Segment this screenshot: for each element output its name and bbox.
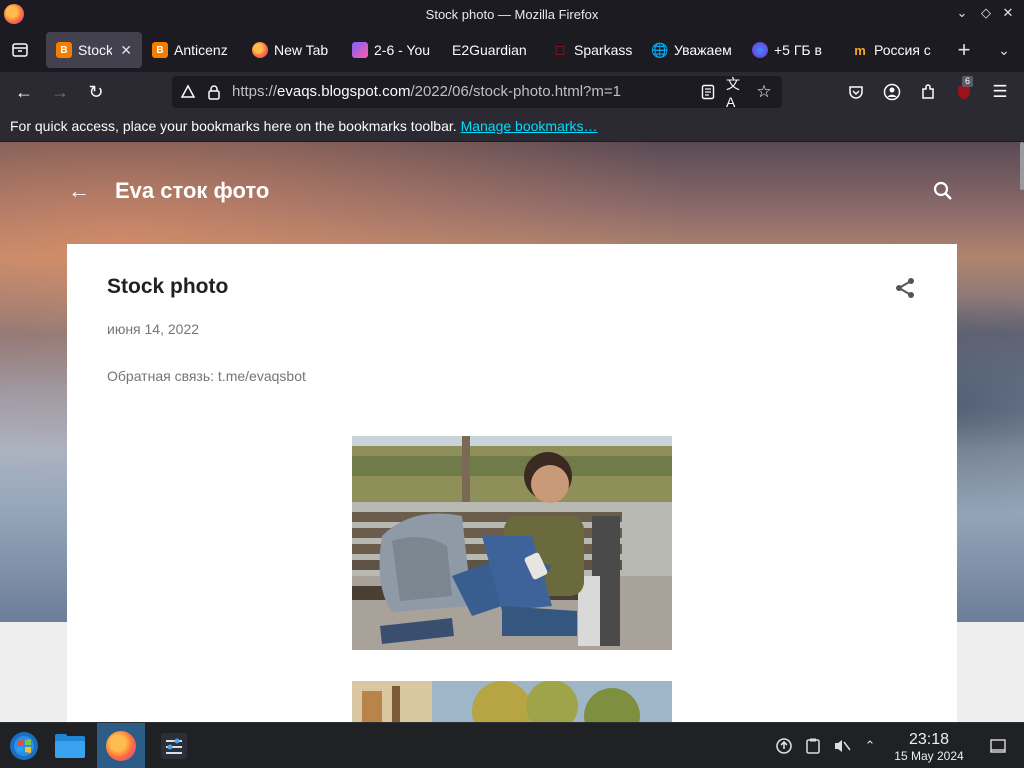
- post-photo-boy-on-bench[interactable]: [352, 436, 672, 650]
- account-icon[interactable]: [882, 82, 902, 102]
- bookmark-star-icon[interactable]: ☆: [754, 82, 774, 102]
- forward-arrow-icon: →: [51, 81, 69, 102]
- extensions-badge: 6: [962, 76, 974, 87]
- tray-expand-icon[interactable]: ⌃: [860, 736, 880, 756]
- web-content: ← Eva сток фото Stock photo июня 14, 202…: [0, 142, 1024, 722]
- app-icon: [752, 42, 768, 58]
- navigation-toolbar: ← → ↻ https://evaqs.blogspot.com/2022/06…: [0, 72, 1024, 112]
- firefox-logo-icon: [4, 4, 24, 24]
- pocket-icon[interactable]: [846, 82, 866, 102]
- reader-view-icon[interactable]: [698, 82, 718, 102]
- back-button[interactable]: ←: [12, 80, 36, 104]
- lock-icon[interactable]: [204, 82, 224, 102]
- start-menu-button[interactable]: [0, 723, 48, 768]
- firefox-icon: [252, 42, 268, 58]
- post-feedback-text: Обратная связь: t.me/evaqsbot: [107, 368, 306, 384]
- app-icon: [352, 42, 368, 58]
- firefox-view-icon: [12, 43, 28, 57]
- post-title: Stock photo: [107, 275, 229, 298]
- system-taskbar: ⌃ 23:18 15 May 2024: [0, 722, 1024, 768]
- taskbar-clock[interactable]: 23:18 15 May 2024: [884, 731, 974, 763]
- sparkasse-icon: □: [555, 42, 565, 58]
- update-tray-icon[interactable]: [774, 736, 794, 756]
- tab-youtube[interactable]: 2-6 - You: [342, 32, 442, 68]
- tab-stock[interactable]: B Stock ✕: [46, 32, 142, 68]
- new-tab-button[interactable]: +: [952, 28, 976, 72]
- ublock-icon[interactable]: 6: [954, 76, 974, 102]
- share-icon[interactable]: [893, 276, 917, 300]
- back-arrow-icon: ←: [15, 81, 33, 102]
- menu-hamburger-icon[interactable]: ☰: [990, 82, 1010, 102]
- firefox-icon: [106, 731, 136, 761]
- clipboard-tray-icon[interactable]: [803, 736, 823, 756]
- post-card: Stock photo июня 14, 2022 Обратная связь…: [67, 244, 957, 722]
- blog-title[interactable]: Eva сток фото: [115, 178, 269, 204]
- bookmarks-message: For quick access, place your bookmarks h…: [10, 118, 457, 134]
- tab-new-tab[interactable]: New Tab: [242, 32, 342, 68]
- start-menu-icon: [10, 732, 38, 760]
- clock-date: 15 May 2024: [894, 749, 964, 763]
- reload-button[interactable]: ↻: [84, 80, 108, 104]
- forward-button[interactable]: →: [48, 80, 72, 104]
- extensions-icon[interactable]: [918, 82, 938, 102]
- tab-strip: B Stock ✕ B Anticenz New Tab 2-6 - You E…: [0, 28, 1024, 72]
- reload-icon: ↻: [88, 81, 104, 102]
- translate-icon[interactable]: 文A: [726, 76, 746, 110]
- clock-time: 23:18: [908, 731, 950, 748]
- tab-rossiya[interactable]: m Россия с: [842, 32, 942, 68]
- tab-anticenz[interactable]: B Anticenz: [142, 32, 242, 68]
- blogger-icon: B: [152, 42, 168, 58]
- tab-sparkasse[interactable]: □ Sparkass: [542, 32, 642, 68]
- tab-e2guardian[interactable]: E2Guardian: [442, 32, 542, 68]
- url-bar[interactable]: https://evaqs.blogspot.com/2022/06/stock…: [172, 76, 782, 110]
- tab-5gb[interactable]: +5 ГБ в: [742, 32, 842, 68]
- post-date[interactable]: июня 14, 2022: [107, 321, 199, 337]
- close-window-icon[interactable]: ✕: [999, 5, 1017, 21]
- blog-search-icon[interactable]: [932, 180, 956, 204]
- settings-app-button[interactable]: [150, 723, 198, 768]
- minimize-icon[interactable]: ⌄: [953, 5, 971, 21]
- tab-close-icon[interactable]: ✕: [120, 42, 132, 59]
- plus-icon: +: [957, 37, 971, 62]
- chevron-down-icon: ⌄: [998, 41, 1010, 58]
- blog-header: ← Eva сток фото: [0, 142, 1024, 242]
- show-desktop-icon[interactable]: [988, 736, 1008, 756]
- volume-muted-tray-icon[interactable]: [832, 736, 852, 756]
- url-text[interactable]: https://evaqs.blogspot.com/2022/06/stock…: [232, 83, 621, 100]
- blogger-icon: B: [56, 42, 72, 58]
- maximize-icon[interactable]: ◇: [977, 5, 995, 21]
- file-manager-button[interactable]: [46, 723, 94, 768]
- firefox-view-button[interactable]: [0, 28, 40, 72]
- sliders-icon: [161, 733, 187, 759]
- window-title: Stock photo — Mozilla Firefox: [425, 6, 599, 22]
- post-photo-building[interactable]: [352, 681, 672, 722]
- globe-icon: 🌐: [651, 41, 669, 58]
- m-icon: m: [854, 42, 866, 58]
- tracking-protection-icon[interactable]: [178, 82, 198, 102]
- list-all-tabs-button[interactable]: ⌄: [992, 28, 1016, 72]
- window-titlebar: Stock photo — Mozilla Firefox ⌄ ◇ ✕: [0, 0, 1024, 28]
- bookmarks-toolbar: For quick access, place your bookmarks h…: [0, 112, 1024, 142]
- tab-uvazhaem[interactable]: 🌐 Уважаем: [642, 32, 742, 68]
- firefox-taskbar-button[interactable]: [97, 723, 145, 768]
- blog-back-arrow-icon[interactable]: ←: [66, 178, 92, 204]
- manage-bookmarks-link[interactable]: Manage bookmarks…: [461, 118, 598, 134]
- folder-icon: [55, 734, 85, 758]
